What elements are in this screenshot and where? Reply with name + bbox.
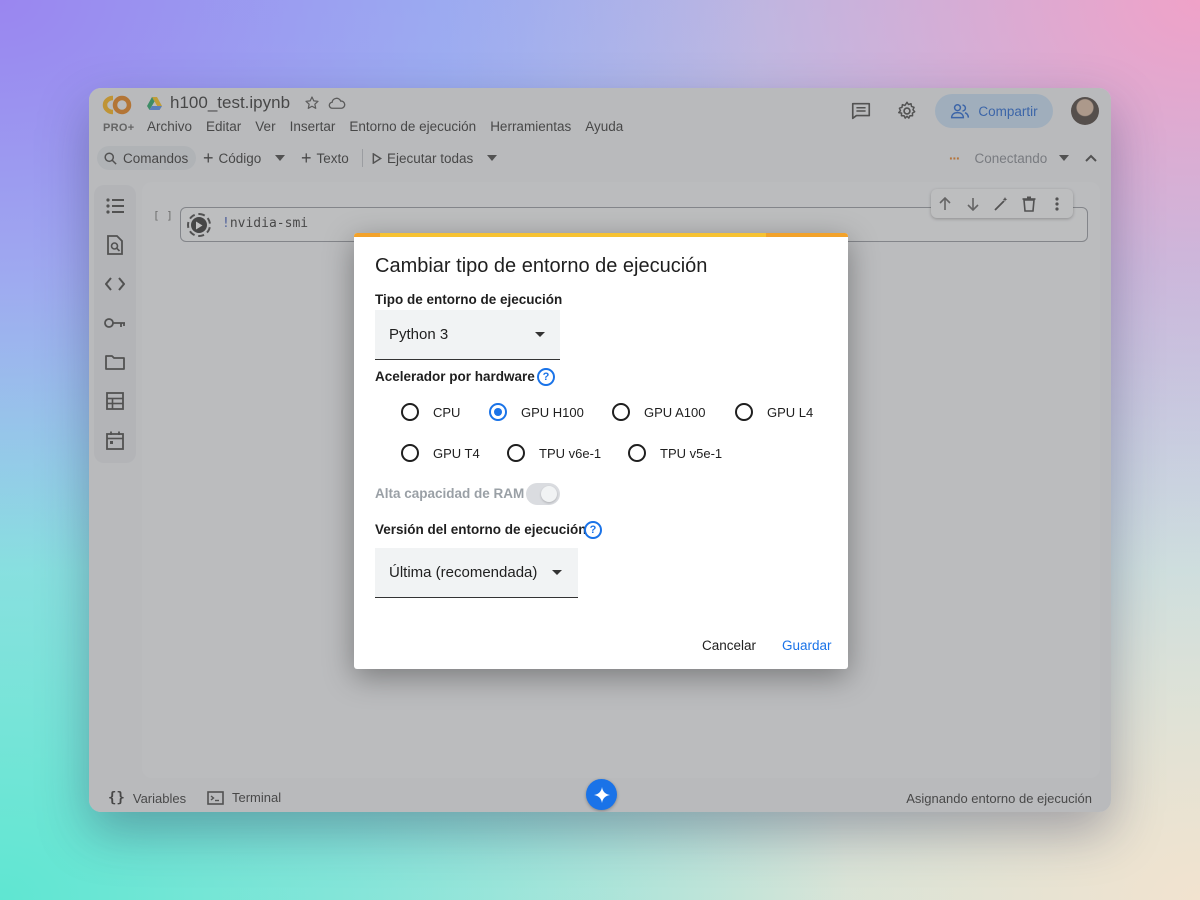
- radio-tpu-v6e-1[interactable]: TPU v6e-1: [507, 444, 601, 462]
- radio-gpu-l4[interactable]: GPU L4: [735, 403, 813, 421]
- change-runtime-dialog: Cambiar tipo de entorno de ejecución Tip…: [354, 233, 848, 669]
- radio-label: TPU v6e-1: [539, 445, 602, 461]
- gemini-button[interactable]: [586, 779, 617, 810]
- toggle-knob: [541, 486, 557, 502]
- radio-tpu-v5e-1[interactable]: TPU v5e-1: [628, 444, 722, 462]
- radio-button[interactable]: [401, 444, 419, 462]
- radio-cpu[interactable]: CPU: [401, 403, 460, 421]
- runtime-type-label: Tipo de entorno de ejecución: [375, 292, 563, 307]
- radio-label: GPU L4: [767, 404, 814, 420]
- radio-button-selected[interactable]: [489, 403, 507, 421]
- help-icon[interactable]: ?: [584, 521, 602, 539]
- radio-label: TPU v5e-1: [660, 445, 723, 461]
- accelerator-label: Acelerador por hardware: [375, 369, 535, 384]
- radio-gpu-a100[interactable]: GPU A100: [612, 403, 705, 421]
- runtime-type-select[interactable]: Python 3: [375, 310, 560, 360]
- dropdown-caret-icon: [535, 332, 545, 337]
- cancel-button[interactable]: Cancelar: [702, 638, 756, 653]
- radio-label: GPU H100: [521, 404, 584, 420]
- high-ram-label: Alta capacidad de RAM: [375, 486, 525, 501]
- radio-gpu-h100[interactable]: GPU H100: [489, 403, 584, 421]
- sparkle-icon: [593, 786, 610, 803]
- dialog-title: Cambiar tipo de entorno de ejecución: [375, 255, 708, 277]
- version-select[interactable]: Última (recomendada): [375, 548, 578, 598]
- progress-bar: [354, 233, 848, 237]
- radio-gpu-t4[interactable]: GPU T4: [401, 444, 480, 462]
- runtime-type-value: Python 3: [389, 326, 449, 343]
- save-button[interactable]: Guardar: [782, 638, 832, 653]
- radio-button[interactable]: [401, 403, 419, 421]
- help-icon[interactable]: ?: [537, 368, 555, 386]
- high-ram-toggle[interactable]: [526, 483, 560, 505]
- radio-label: CPU: [433, 404, 461, 420]
- radio-button[interactable]: [507, 444, 525, 462]
- radio-button[interactable]: [628, 444, 646, 462]
- radio-label: GPU T4: [433, 445, 480, 461]
- version-value: Última (recomendada): [389, 564, 538, 581]
- radio-label: GPU A100: [644, 404, 706, 420]
- dropdown-caret-icon: [552, 570, 562, 575]
- version-label: Versión del entorno de ejecución: [375, 522, 587, 537]
- radio-button[interactable]: [735, 403, 753, 421]
- radio-button[interactable]: [612, 403, 630, 421]
- progress-bar-fill: [380, 233, 766, 237]
